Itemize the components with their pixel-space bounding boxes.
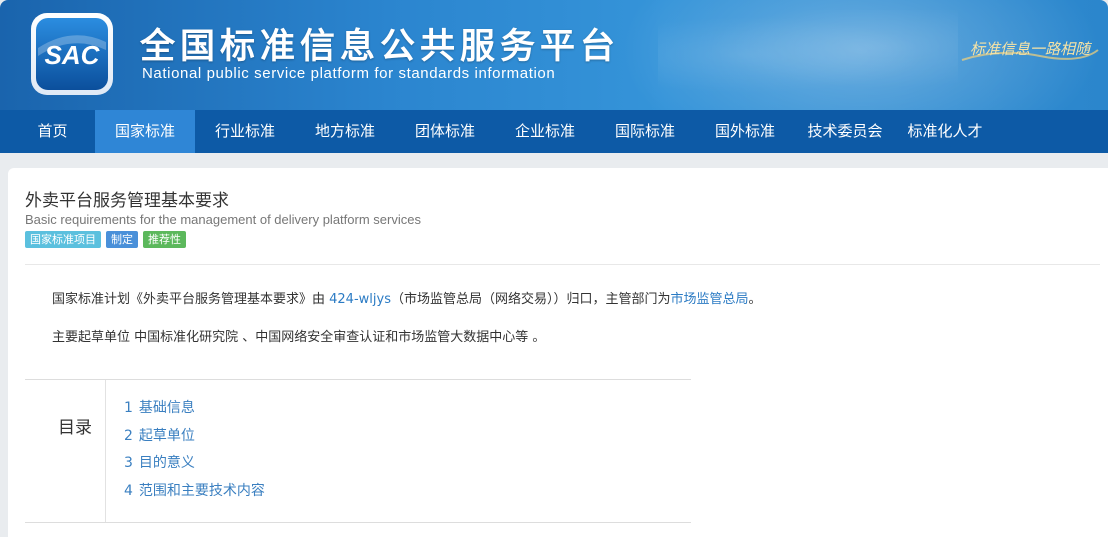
nav-item-national-standards[interactable]: 国家标准 [95, 110, 195, 153]
toc-list: 1 基础信息 2 起草单位 3 目的意义 4 范围和主要技术内容 [124, 398, 265, 508]
toc-item-number: 4 [124, 482, 133, 499]
standard-summary: 国家标准计划《外卖平台服务管理基本要求》由 424-wljys（市场监管总局（网… [52, 288, 762, 307]
toc-item-label: 目的意义 [138, 455, 195, 471]
nav-item-industry-standards[interactable]: 行业标准 [195, 110, 295, 153]
nav-item-international-standards[interactable]: 国际标准 [595, 110, 695, 153]
toc-item-label: 基础信息 [138, 400, 195, 416]
nav-item-foreign-standards[interactable]: 国外标准 [695, 110, 795, 153]
summary-text-1: 国家标准计划《外卖平台服务管理基本要求》由 [52, 292, 330, 307]
toc-item-label: 范围和主要技术内容 [138, 482, 265, 499]
standard-detail-card: 外卖平台服务管理基本要求 Basic requirements for the … [8, 168, 1108, 537]
nav-item-home[interactable]: 首页 [10, 110, 95, 153]
nav-item-group-standards[interactable]: 团体标准 [395, 110, 495, 153]
toc-item-drafting-units[interactable]: 2 起草单位 [124, 426, 265, 454]
standard-tags: 国家标准项目 制定 推荐性 [25, 231, 186, 248]
summary-text-2: （市场监管总局（网络交易））归口，主管部门为 [390, 292, 671, 307]
tag-recommended: 推荐性 [143, 231, 186, 248]
toc-item-number: 3 [124, 455, 133, 471]
summary-text-3: 。 [748, 292, 762, 307]
nav-item-enterprise-standards[interactable]: 企业标准 [495, 110, 595, 153]
slogan-calligraphy: 标准信息一路相随 [961, 40, 1099, 61]
logo-text: SAC [45, 40, 101, 70]
main-nav: 首页 国家标准 行业标准 地方标准 团体标准 企业标准 国际标准 国外标准 技术… [0, 110, 1108, 153]
toc-item-number: 2 [124, 427, 133, 444]
site-banner: SAC 全国标准信息公共服务平台 National public service… [0, 0, 1108, 110]
toc-item-scope[interactable]: 4 范围和主要技术内容 [124, 481, 265, 509]
tag-national-project: 国家标准项目 [25, 231, 101, 248]
tag-formulate: 制定 [106, 231, 138, 248]
sac-logo[interactable]: SAC [30, 12, 114, 96]
table-of-contents: 目录 1 基础信息 2 起草单位 3 目的意义 4 范围和主要技术内容 [25, 379, 691, 523]
nav-item-technical-committees[interactable]: 技术委员会 [795, 110, 895, 153]
toc-item-purpose[interactable]: 3 目的意义 [124, 453, 265, 481]
department-link[interactable]: 市场监管总局 [670, 292, 748, 307]
drafting-units: 主要起草单位 中国标准化研究院 、中国网络安全审查认证和市场监管大数据中心等 。 [52, 330, 546, 345]
site-title: 全国标准信息公共服务平台 [140, 27, 621, 67]
toc-item-basic-info[interactable]: 1 基础信息 [124, 398, 265, 426]
toc-item-number: 1 [124, 400, 133, 416]
site-subtitle: National public service platform for sta… [142, 65, 556, 82]
nav-item-local-standards[interactable]: 地方标准 [295, 110, 395, 153]
slogan-text: 标准信息一路相随 [970, 40, 1093, 58]
committee-link[interactable]: 424-wljys [329, 292, 391, 307]
toc-heading: 目录 [58, 418, 92, 438]
toc-item-label: 起草单位 [138, 427, 195, 444]
banner-world-map [658, 10, 958, 100]
header-divider [25, 264, 1100, 265]
standard-title: 外卖平台服务管理基本要求 [25, 191, 229, 211]
standard-title-en: Basic requirements for the management of… [25, 212, 421, 227]
toc-label-column: 目录 [25, 380, 106, 522]
nav-item-standardization-talent[interactable]: 标准化人才 [895, 110, 995, 153]
